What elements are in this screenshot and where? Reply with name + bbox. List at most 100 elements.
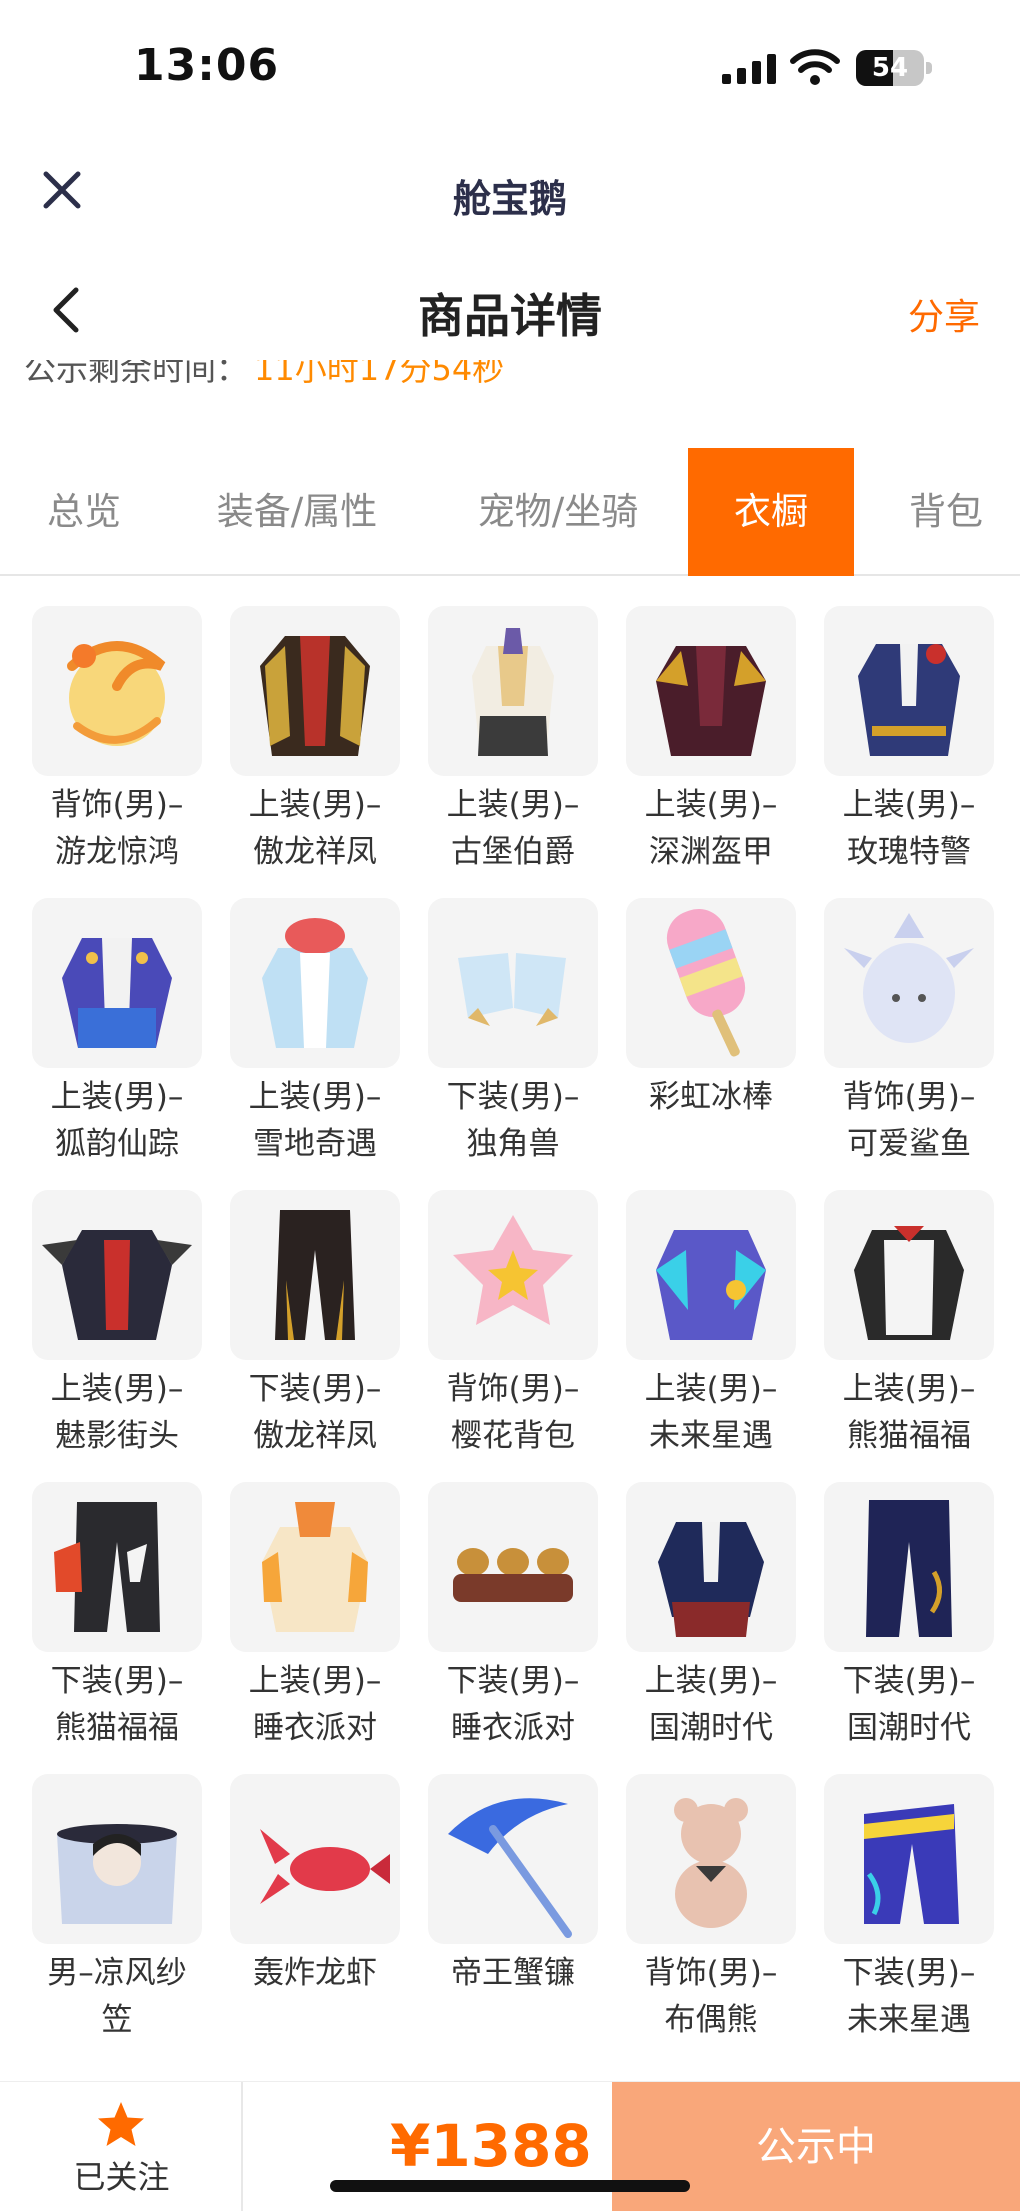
item-label-line2: 熊猫福福 bbox=[55, 1710, 179, 1746]
item-label-line1: 上装(男)– bbox=[644, 787, 778, 823]
item-thumbnail bbox=[32, 606, 202, 776]
teddy-bear-icon bbox=[674, 1798, 748, 1928]
tab-bar: 总览 装备/属性 宠物/坐骑 衣橱 背包 bbox=[0, 448, 1020, 576]
tab-pets-mounts[interactable]: 宠物/坐骑 bbox=[460, 448, 656, 576]
item-label-line2: 可爱鲨鱼 bbox=[847, 1126, 971, 1162]
item-thumbnail bbox=[824, 606, 994, 776]
tab-backpack[interactable]: 背包 bbox=[886, 448, 1006, 576]
future-pants-icon bbox=[864, 1804, 959, 1924]
item-label: 下装(男)– 未来星遇 bbox=[818, 1950, 1000, 2044]
item-label-line1: 下装(男)– bbox=[446, 1079, 580, 1115]
share-button[interactable]: 分享 bbox=[908, 288, 980, 340]
pajama-shoes-icon bbox=[453, 1548, 573, 1602]
item-thumbnail bbox=[626, 898, 796, 1068]
item-label-line1: 下装(男)– bbox=[842, 1955, 976, 1991]
snow-top-icon bbox=[262, 918, 368, 1048]
follow-button[interactable]: 已关注 bbox=[0, 2082, 243, 2211]
cellular-signal-icon bbox=[722, 54, 776, 84]
tab-wardrobe[interactable]: 衣橱 bbox=[688, 448, 854, 576]
veil-hat-icon bbox=[57, 1824, 177, 1924]
item-label: 男–凉风纱笠 bbox=[26, 1950, 208, 2044]
item-thumbnail bbox=[32, 1774, 202, 1944]
wifi-icon bbox=[790, 49, 840, 85]
wardrobe-grid: 背饰(男)– 游龙惊鸿 上装(男)– 傲龙祥凤 上装(男)– 古堡伯爵 上装(男)– 深渊盔甲… bbox=[0, 600, 1020, 2080]
item-label-line1: 上装(男)– bbox=[50, 1371, 184, 1407]
item-label: 轰炸龙虾 bbox=[224, 1950, 406, 1997]
app-header: 舱宝鹅 bbox=[0, 140, 1020, 250]
item-thumbnail bbox=[230, 898, 400, 1068]
tab-overview[interactable]: 总览 bbox=[20, 448, 148, 576]
item-label: 背饰(男)– 可爱鲨鱼 bbox=[818, 1074, 1000, 1168]
item-thumbnail bbox=[32, 1482, 202, 1652]
item-thumbnail bbox=[230, 1190, 400, 1360]
app-root: 13:06 54 舱宝鹅 公示剩余时间： 11小时17分54秒 商品详情 分享 … bbox=[0, 0, 1020, 2211]
item-label: 上装(男)– 狐韵仙踪 bbox=[26, 1074, 208, 1168]
item-label-line1: 上装(男)– bbox=[842, 787, 976, 823]
item-label-line1: 轰炸龙虾 bbox=[253, 1955, 377, 1991]
item-thumbnail bbox=[824, 1190, 994, 1360]
item-label-line1: 下装(男)– bbox=[842, 1663, 976, 1699]
item-label: 帝王蟹镰 bbox=[422, 1950, 604, 1997]
status-bar: 13:06 54 bbox=[0, 0, 1020, 140]
item-label: 上装(男)– 熊猫福福 bbox=[818, 1366, 1000, 1460]
lobster-icon bbox=[260, 1829, 390, 1904]
pajama-top-icon bbox=[262, 1502, 368, 1632]
item-label-line1: 男–凉风纱 bbox=[47, 1955, 187, 1991]
item-label: 上装(男)– 魅影街头 bbox=[26, 1366, 208, 1460]
tab-equipment[interactable]: 装备/属性 bbox=[198, 448, 396, 576]
street-top-icon bbox=[42, 1230, 192, 1340]
item-thumbnail bbox=[230, 1774, 400, 1944]
price: ¥1388 bbox=[390, 2112, 592, 2180]
item-thumbnail bbox=[626, 1774, 796, 1944]
item-thumbnail bbox=[428, 1774, 598, 1944]
item-thumbnail bbox=[824, 1482, 994, 1652]
item-label: 下装(男)– 熊猫福福 bbox=[26, 1658, 208, 1752]
popsicle-icon bbox=[666, 908, 746, 1057]
item-label-line1: 上装(男)– bbox=[644, 1371, 778, 1407]
item-label-line1: 上装(男)– bbox=[446, 787, 580, 823]
dragon-back-icon bbox=[67, 641, 166, 746]
item-thumbnail bbox=[824, 1774, 994, 1944]
item-label-line1: 上装(男)– bbox=[248, 1663, 382, 1699]
item-label: 上装(男)– 国潮时代 bbox=[620, 1658, 802, 1752]
item-label: 上装(男)– 傲龙祥凤 bbox=[224, 782, 406, 876]
item-thumbnail bbox=[824, 898, 994, 1068]
item-label-line1: 下装(男)– bbox=[248, 1371, 382, 1407]
panda-pants-icon bbox=[54, 1502, 160, 1632]
item-thumbnail bbox=[230, 1482, 400, 1652]
guochao-pants-icon bbox=[866, 1500, 952, 1637]
item-label-line1: 上装(男)– bbox=[248, 1079, 382, 1115]
guochao-top-icon bbox=[658, 1522, 764, 1637]
item-label-line1: 上装(男)– bbox=[50, 1079, 184, 1115]
item-label-line2: 睡衣派对 bbox=[253, 1710, 377, 1746]
unicorn-shoes-icon bbox=[458, 953, 566, 1026]
item-label: 下装(男)– 独角兽 bbox=[422, 1074, 604, 1168]
item-label-line1: 上装(男)– bbox=[842, 1371, 976, 1407]
item-label-line1: 背饰(男)– bbox=[644, 1955, 778, 1991]
battery-icon: 54 bbox=[856, 50, 932, 86]
panda-top-icon bbox=[854, 1226, 964, 1340]
item-label-line2: 古堡伯爵 bbox=[451, 834, 575, 870]
uniform-top-icon bbox=[858, 644, 960, 756]
item-label-line2: 傲龙祥凤 bbox=[253, 834, 377, 870]
item-label-line2: 傲龙祥凤 bbox=[253, 1418, 377, 1454]
item-label-line1: 背饰(男)– bbox=[446, 1371, 580, 1407]
item-label-line2: 玫瑰特警 bbox=[847, 834, 971, 870]
item-thumbnail bbox=[230, 606, 400, 776]
item-label-line2: 雪地奇遇 bbox=[253, 1126, 377, 1162]
item-thumbnail bbox=[428, 1190, 598, 1360]
item-label-line2: 未来星遇 bbox=[649, 1418, 773, 1454]
item-label: 背饰(男)– 樱花背包 bbox=[422, 1366, 604, 1460]
page-title: 商品详情 bbox=[418, 289, 602, 343]
item-label-line2: 樱花背包 bbox=[451, 1418, 575, 1454]
robe-top-icon bbox=[260, 636, 370, 756]
item-label-line2: 睡衣派对 bbox=[451, 1710, 575, 1746]
item-thumbnail bbox=[626, 606, 796, 776]
item-thumbnail bbox=[626, 1482, 796, 1652]
item-label-line1: 下装(男)– bbox=[50, 1663, 184, 1699]
item-label: 上装(男)– 玫瑰特警 bbox=[818, 782, 1000, 876]
item-label-line1: 彩虹冰棒 bbox=[649, 1079, 773, 1115]
item-label: 上装(男)– 深渊盔甲 bbox=[620, 782, 802, 876]
item-label-line1: 帝王蟹镰 bbox=[451, 1955, 575, 1991]
item-label-line1: 背饰(男)– bbox=[50, 787, 184, 823]
